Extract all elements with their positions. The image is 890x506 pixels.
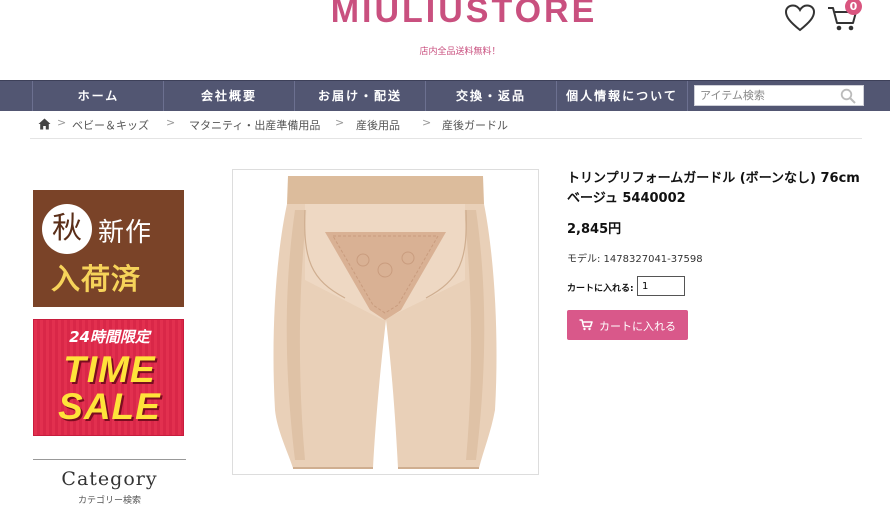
free-shipping-tagline: 店内全品送料無料！ (419, 47, 501, 57)
autumn-new-text: 新作 (98, 218, 153, 248)
quantity-input[interactable] (637, 276, 685, 296)
main-navbar: ホーム 会社概要 お届け・配送 交換・返品 個人情報について (0, 80, 890, 111)
product-photo[interactable] (233, 170, 538, 474)
search-icon[interactable] (840, 88, 856, 104)
product-model: モデル: 1478327041-37598 (567, 254, 703, 265)
breadcrumb-separator: > (335, 116, 345, 129)
home-icon[interactable] (38, 118, 51, 130)
breadcrumb-postpartum[interactable]: 産後用品 (356, 117, 400, 133)
nav-home[interactable]: ホーム (32, 81, 164, 111)
cart-icon (579, 319, 593, 331)
breadcrumb-baby-kids[interactable]: ベビー＆キッズ (72, 117, 149, 133)
autumn-in-stock-text: 入荷済 (51, 262, 142, 296)
sale-sale-text: SALE (58, 386, 161, 427)
add-to-cart-label: カートに入れる (599, 320, 676, 333)
product-title: トリンプリフォームガードル (ボーンなし) 76cm ベージュ 5440002 (567, 171, 860, 206)
autumn-circle-text: 秋 (42, 204, 92, 254)
breadcrumb: > ベビー＆キッズ > マタニティ・出産準備用品 > 産後用品 > 産後ガードル (30, 110, 862, 139)
nav-company[interactable]: 会社概要 (163, 81, 294, 111)
autumn-new-arrivals-banner[interactable]: 秋 新作 入荷済 (33, 190, 184, 307)
nav-privacy[interactable]: 個人情報について (556, 81, 688, 111)
time-sale-banner[interactable]: 24時間限定 TIME SALE (33, 319, 184, 436)
add-to-cart-button[interactable]: カートに入れる (567, 310, 688, 340)
breadcrumb-separator: > (166, 116, 176, 129)
category-divider (33, 459, 186, 460)
breadcrumb-maternity[interactable]: マタニティ・出産準備用品 (189, 117, 320, 133)
breadcrumb-separator: > (57, 116, 67, 129)
store-logo[interactable]: MIULIUSTORE (0, 0, 890, 31)
heart-icon[interactable] (784, 3, 816, 33)
search-box (694, 85, 864, 106)
breadcrumb-separator: > (422, 116, 432, 129)
quantity-label: カートに入れる: (567, 284, 634, 294)
search-input[interactable] (695, 86, 840, 105)
sale-24h-text: 24時間限定 (69, 328, 150, 346)
product-price: 2,845円 (567, 222, 622, 237)
nav-returns[interactable]: 交換・返品 (425, 81, 556, 111)
breadcrumb-postpartum-girdle[interactable]: 産後ガードル (442, 117, 508, 133)
nav-delivery[interactable]: お届け・配送 (294, 81, 425, 111)
sale-time-text: TIME (63, 349, 156, 390)
category-title: Category (61, 468, 158, 490)
product-image-frame[interactable] (232, 169, 539, 475)
